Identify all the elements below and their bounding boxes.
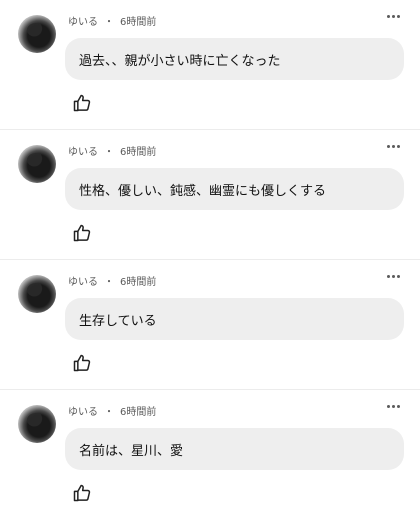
- thumbs-up-icon: [73, 224, 91, 242]
- comment-text: 性格、優しい、鈍感、幽霊にも優しくする: [79, 183, 327, 199]
- thumbs-up-icon: [73, 484, 91, 502]
- comment-text: 過去、、親が小さい時に亡くなった: [79, 53, 281, 69]
- like-button[interactable]: [70, 351, 94, 375]
- author-name[interactable]: ゆいる: [68, 143, 98, 158]
- timestamp: 6時間前: [120, 277, 157, 288]
- comment-meta: ゆいる ・ 6時間前: [68, 13, 156, 28]
- avatar[interactable]: [18, 15, 56, 53]
- more-options-icon[interactable]: [384, 10, 402, 22]
- thumbs-up-icon: [73, 354, 91, 372]
- more-options-icon[interactable]: [384, 400, 402, 412]
- comment-bubble: 生存している: [65, 298, 404, 340]
- comment-item: ゆいる ・ 6時間前 名前は、星川、愛: [0, 390, 420, 520]
- avatar[interactable]: [18, 145, 56, 183]
- comment-meta: ゆいる ・ 6時間前: [68, 403, 156, 418]
- author-name[interactable]: ゆいる: [68, 403, 98, 418]
- thumbs-up-icon: [73, 94, 91, 112]
- author-name[interactable]: ゆいる: [68, 13, 98, 28]
- comment-item: ゆいる ・ 6時間前 過去、、親が小さい時に亡くなった: [0, 0, 420, 130]
- meta-separator: ・: [104, 407, 114, 418]
- meta-separator: ・: [104, 17, 114, 28]
- more-options-icon[interactable]: [384, 140, 402, 152]
- avatar[interactable]: [18, 275, 56, 313]
- more-options-icon[interactable]: [384, 270, 402, 282]
- comment-bubble: 名前は、星川、愛: [65, 428, 404, 470]
- comment-item: ゆいる ・ 6時間前 生存している: [0, 260, 420, 390]
- comment-bubble: 性格、優しい、鈍感、幽霊にも優しくする: [65, 168, 404, 210]
- comment-meta: ゆいる ・ 6時間前: [68, 143, 156, 158]
- like-button[interactable]: [70, 221, 94, 245]
- comment-meta: ゆいる ・ 6時間前: [68, 273, 156, 288]
- like-button[interactable]: [70, 91, 94, 115]
- author-name[interactable]: ゆいる: [68, 273, 98, 288]
- comment-item: ゆいる ・ 6時間前 性格、優しい、鈍感、幽霊にも優しくする: [0, 130, 420, 260]
- timestamp: 6時間前: [120, 17, 157, 28]
- comment-bubble: 過去、、親が小さい時に亡くなった: [65, 38, 404, 80]
- avatar[interactable]: [18, 405, 56, 443]
- meta-separator: ・: [104, 147, 114, 158]
- timestamp: 6時間前: [120, 407, 157, 418]
- meta-separator: ・: [104, 277, 114, 288]
- like-button[interactable]: [70, 481, 94, 505]
- comment-list: ゆいる ・ 6時間前 過去、、親が小さい時に亡くなった ゆいる ・ 6時間前 性…: [0, 0, 420, 520]
- timestamp: 6時間前: [120, 147, 157, 158]
- comment-text: 生存している: [79, 313, 157, 329]
- comment-text: 名前は、星川、愛: [79, 443, 184, 459]
